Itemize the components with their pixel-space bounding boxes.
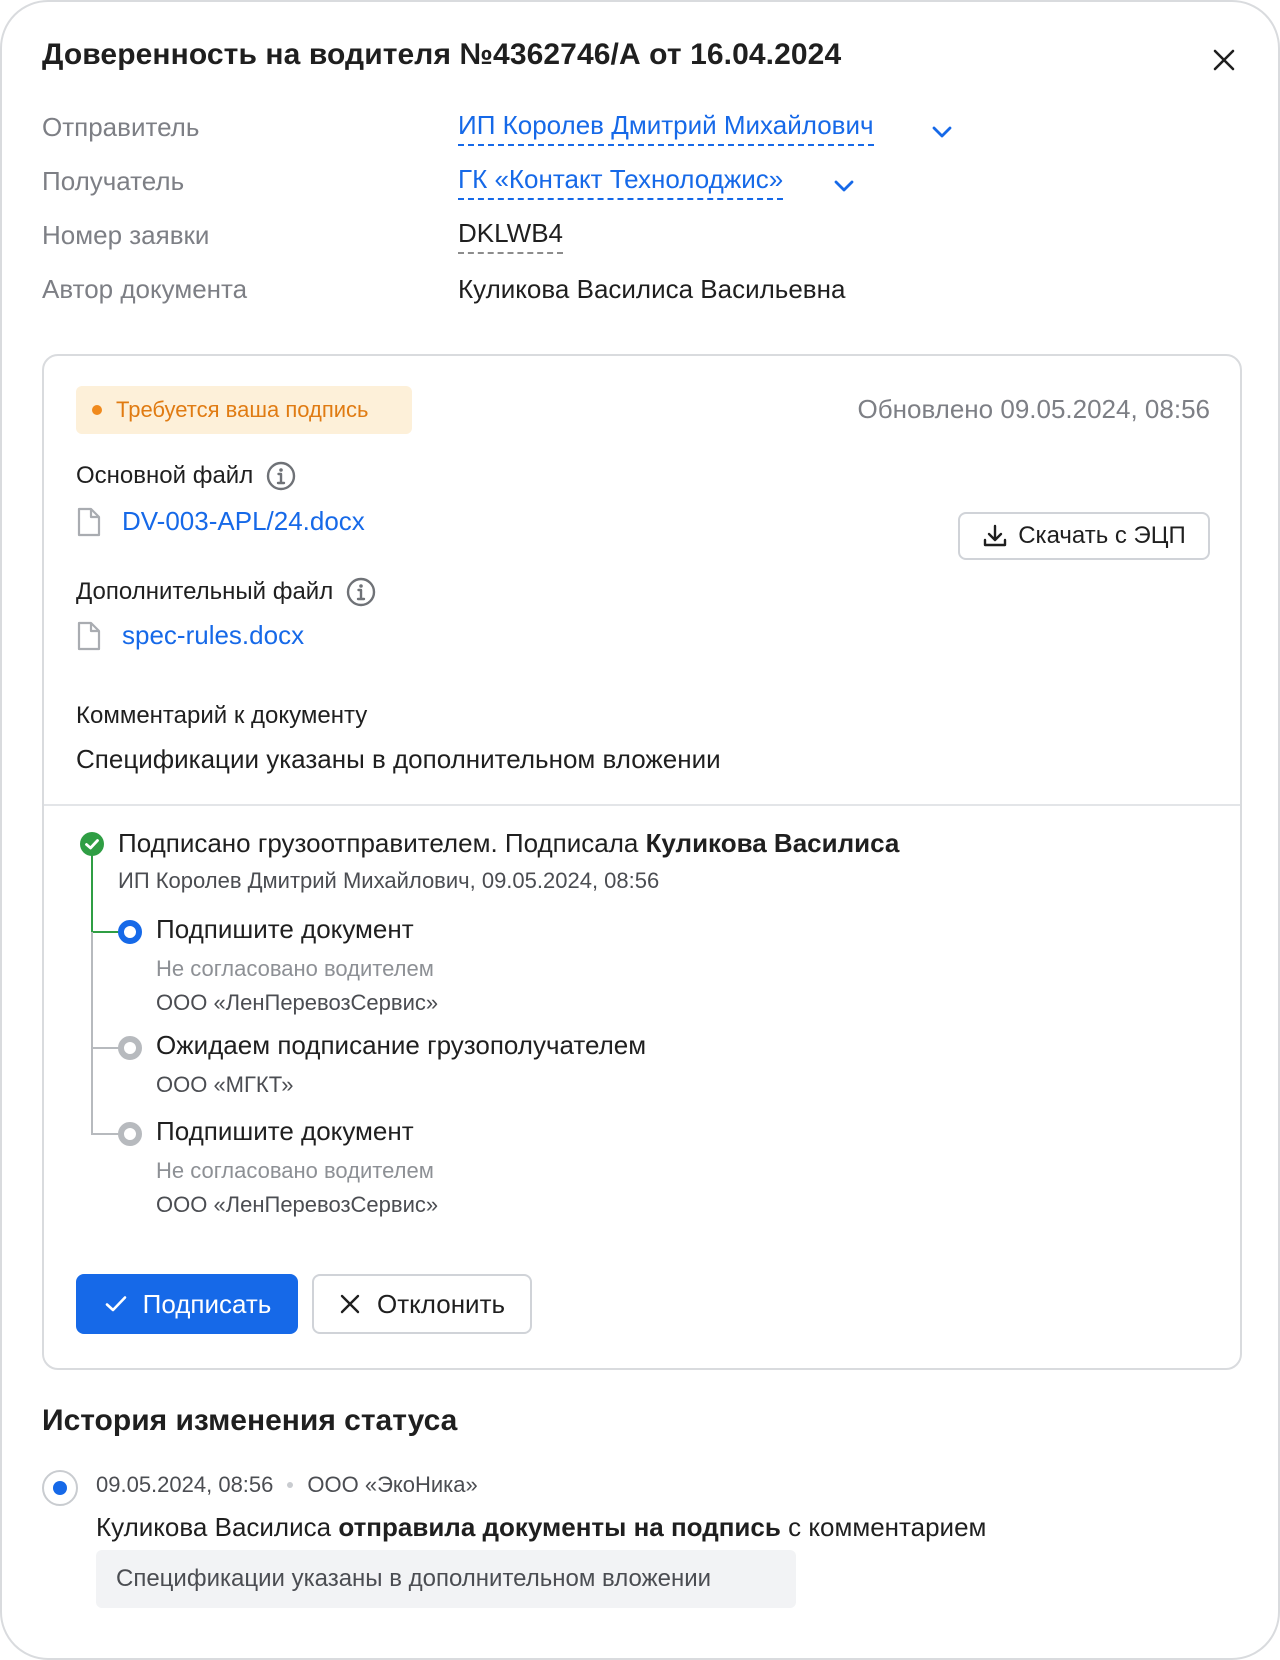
sender-value[interactable]: ИП Королев Дмитрий Михайлович: [458, 110, 874, 146]
history-title: История изменения статуса: [42, 1404, 458, 1437]
file-icon: [77, 507, 101, 536]
info-icon[interactable]: [265, 460, 297, 492]
comment-label: Комментарий к документу: [76, 702, 368, 729]
reject-button[interactable]: Отклонить: [312, 1274, 532, 1334]
modal-title: Доверенность на водителя №4362746/А от 1…: [42, 38, 842, 71]
comment-text: Спецификации указаны в дополнительном вл…: [76, 744, 721, 774]
extra-file-row[interactable]: spec-rules.docx: [76, 620, 304, 651]
extra-file-label: Дополнительный файл: [76, 578, 334, 605]
info-icon[interactable]: [345, 576, 377, 608]
request-value[interactable]: DKLWB4: [458, 218, 563, 254]
history-action: отправила документы на подпись: [338, 1512, 781, 1542]
step-sign-status: Не согласовано водителем: [156, 956, 434, 981]
step-signed-text: Подписано грузоотправителем. Подписала: [118, 828, 646, 858]
extra-file-link[interactable]: spec-rules.docx: [122, 620, 304, 651]
sender-label: Отправитель: [42, 112, 200, 142]
history-org: ООО «ЭкоНика»: [307, 1472, 478, 1497]
recipient-link[interactable]: ГК «Контакт Технолоджис»: [458, 164, 784, 200]
updated-timestamp: Обновлено 09.05.2024, 08:56: [857, 394, 1210, 424]
divider: [44, 804, 1240, 806]
sign-button-label: Подписать: [142, 1288, 272, 1319]
history-entry: Куликова Василиса отправила документы на…: [96, 1512, 986, 1543]
check-circle-icon: [80, 832, 104, 856]
step-sign-title: Подпишите документ: [156, 914, 414, 944]
sender-link[interactable]: ИП Королев Дмитрий Михайлович: [458, 110, 874, 146]
file-icon: [77, 621, 101, 650]
status-badge-label: Требуется ваша подпись: [116, 397, 369, 422]
step-sign-org: ООО «ЛенПеревозСервис»: [156, 990, 439, 1015]
step-sign2-title: Подпишите документ: [156, 1116, 414, 1146]
history-actor: Куликова Василиса: [96, 1512, 332, 1542]
check-icon: [105, 1296, 126, 1312]
warning-dot-icon: [92, 405, 102, 415]
main-file-label: Основной файл: [76, 462, 254, 489]
recipient-label: Получатель: [42, 166, 185, 196]
sender-chevron-down-icon[interactable]: [928, 118, 956, 146]
step-await-title: Ожидаем подписание грузополучателем: [156, 1030, 647, 1060]
author-value: Куликова Василиса Васильевна: [458, 274, 846, 304]
request-number[interactable]: DKLWB4: [458, 218, 563, 254]
close-icon: [340, 1294, 360, 1314]
extra-file-section: Дополнительный файл: [76, 576, 377, 608]
step-await-org: ООО «МГКТ»: [156, 1072, 294, 1097]
history-comment: Спецификации указаны в дополнительном вл…: [96, 1550, 796, 1608]
recipient-chevron-down-icon[interactable]: [830, 172, 858, 200]
close-button[interactable]: [1206, 42, 1242, 78]
download-signed-button[interactable]: Скачать с ЭЦП: [958, 512, 1210, 560]
step-sign2-status: Не согласовано водителем: [156, 1158, 434, 1183]
step-pending-dot: [118, 1122, 142, 1146]
close-icon: [1213, 49, 1235, 71]
reject-button-label: Отклонить: [376, 1288, 506, 1319]
recipient-value[interactable]: ГК «Контакт Технолоджис»: [458, 164, 784, 200]
step-active-dot: [118, 920, 142, 944]
history-dot-icon: [42, 1470, 78, 1506]
main-file-row[interactable]: DV-003-APL/24.docx: [76, 506, 365, 537]
main-file-section: Основной файл: [76, 460, 297, 492]
step-signed-name: Куликова Василиса: [645, 828, 900, 858]
step-signed-title: Подписано грузоотправителем. Подписала К…: [118, 828, 899, 859]
main-file-link[interactable]: DV-003-APL/24.docx: [122, 506, 365, 537]
step-sign2-org: ООО «ЛенПеревозСервис»: [156, 1192, 439, 1217]
history-date: 09.05.2024, 08:56: [96, 1472, 274, 1497]
step-pending-dot: [118, 1036, 142, 1060]
document-modal: Доверенность на водителя №4362746/А от 1…: [0, 0, 1280, 1660]
request-label: Номер заявки: [42, 220, 210, 250]
history-suffix: с комментарием: [788, 1512, 987, 1542]
download-button-label: Скачать с ЭЦП: [1018, 522, 1186, 549]
status-badge: Требуется ваша подпись: [76, 386, 412, 434]
download-icon: [984, 524, 1007, 547]
step-signed-subtitle: ИП Королев Дмитрий Михайлович, 09.05.202…: [118, 868, 660, 893]
sign-button[interactable]: Подписать: [76, 1274, 298, 1334]
separator-dot: [287, 1482, 294, 1488]
author-label: Автор документа: [42, 274, 248, 304]
history-meta: 09.05.2024, 08:56 ООО «ЭкоНика»: [96, 1472, 478, 1498]
document-card: Требуется ваша подпись Обновлено 09.05.2…: [42, 354, 1242, 1370]
